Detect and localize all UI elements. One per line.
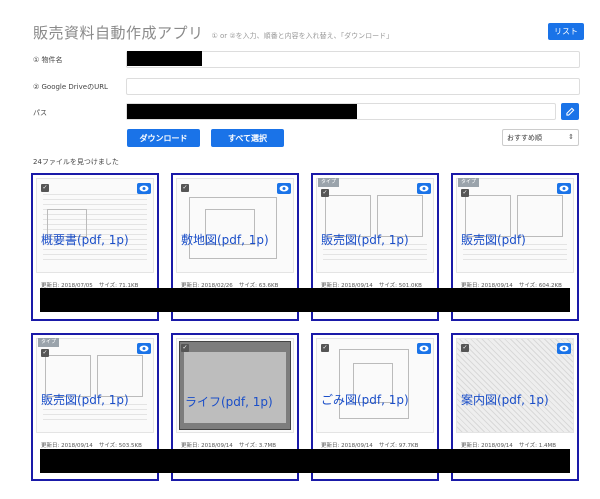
- file-meta: 更新日: 2018/09/14 サイズ: 3.7MB: [181, 443, 277, 449]
- type-tag: タイプ: [38, 338, 60, 347]
- eye-icon[interactable]: [557, 183, 571, 194]
- sort-select-value: おすすめ順: [507, 133, 542, 142]
- check-icon[interactable]: ✓: [461, 344, 469, 352]
- redacted-path: [127, 104, 357, 119]
- eye-icon[interactable]: [137, 343, 151, 354]
- file-title: 敷地図(pdf, 1p): [181, 233, 269, 247]
- download-button[interactable]: ダウンロード: [127, 129, 200, 147]
- check-icon[interactable]: ✓: [461, 189, 469, 197]
- check-icon[interactable]: ✓: [41, 184, 49, 192]
- path-label: パス: [33, 109, 47, 117]
- check-icon[interactable]: ✓: [321, 344, 329, 352]
- edit-path-button[interactable]: [561, 103, 579, 120]
- file-thumbnail: [176, 338, 294, 433]
- file-title: 販売図(pdf, 1p): [321, 233, 409, 247]
- check-icon[interactable]: ✓: [41, 349, 49, 357]
- file-title: 販売図(pdf): [461, 233, 526, 247]
- file-title: 案内図(pdf, 1p): [461, 393, 549, 407]
- file-meta: 更新日: 2018/09/14 サイズ: 1.4MB: [461, 443, 557, 449]
- property-name-label: ① 物件名: [33, 56, 63, 64]
- file-meta: 更新日: 2018/09/14 サイズ: 503.5KB: [41, 443, 142, 449]
- check-icon[interactable]: ✓: [181, 344, 189, 352]
- file-meta: 更新日: 2018/09/14 サイズ: 97.7KB: [321, 443, 419, 449]
- file-title: ごみ図(pdf, 1p): [321, 393, 409, 407]
- app-header: 販売資料自動作成アプリ ① or ②を入力、順番と内容を入れ替え、「ダウンロード…: [33, 22, 393, 42]
- sort-select[interactable]: おすすめ順 ⇕: [502, 129, 579, 146]
- app-title: 販売資料自動作成アプリ: [33, 24, 204, 42]
- file-title: 販売図(pdf, 1p): [41, 393, 129, 407]
- chevron-updown-icon: ⇕: [568, 133, 574, 141]
- eye-icon[interactable]: [557, 343, 571, 354]
- check-icon[interactable]: ✓: [181, 184, 189, 192]
- eye-icon[interactable]: [277, 183, 291, 194]
- redacted-file-names-row-2: [40, 449, 570, 473]
- eye-icon[interactable]: [417, 183, 431, 194]
- type-tag: タイプ: [458, 178, 480, 187]
- redacted-file-names-row-1: [40, 288, 570, 312]
- gdrive-url-label: ② Google DriveのURL: [33, 83, 108, 91]
- pencil-icon: [565, 107, 574, 116]
- eye-icon[interactable]: [417, 343, 431, 354]
- redacted-property-name: [127, 51, 202, 66]
- file-title: 概要書(pdf, 1p): [41, 233, 129, 247]
- eye-icon[interactable]: [137, 183, 151, 194]
- gdrive-url-input[interactable]: [126, 78, 580, 95]
- file-title: ライフ(pdf, 1p): [185, 395, 273, 409]
- type-tag: タイプ: [318, 178, 340, 187]
- list-button[interactable]: リスト: [548, 23, 584, 40]
- app-subtitle: ① or ②を入力、順番と内容を入れ替え、「ダウンロード」: [211, 32, 394, 40]
- select-all-button[interactable]: すべて選択: [211, 129, 284, 147]
- check-icon[interactable]: ✓: [321, 189, 329, 197]
- file-count-text: 24ファイルを見つけました: [33, 158, 119, 166]
